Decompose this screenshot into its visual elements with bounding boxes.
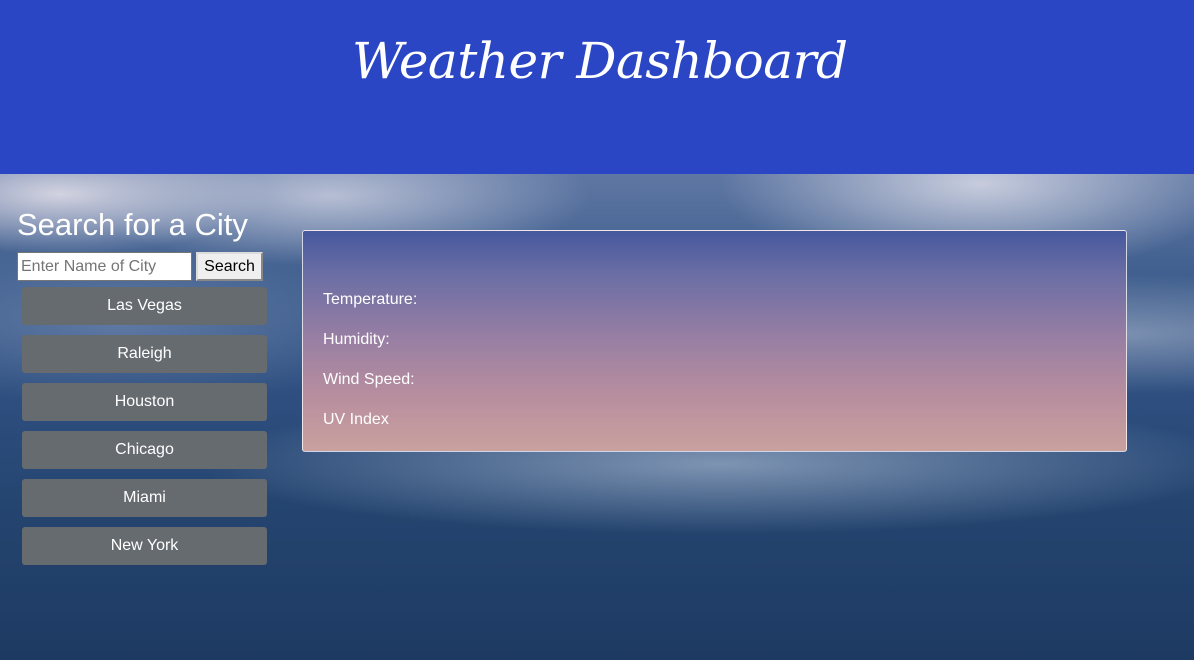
wind-speed-row: Wind Speed: [323, 371, 415, 389]
page-title: Weather Dashboard [352, 32, 848, 90]
search-button[interactable]: Search [196, 252, 263, 281]
city-search-input[interactable] [17, 252, 192, 281]
uv-index-label: UV Index [323, 411, 389, 428]
city-button-houston[interactable]: Houston [22, 383, 267, 421]
humidity-row: Humidity: [323, 331, 390, 349]
city-button-chicago[interactable]: Chicago [22, 431, 267, 469]
city-button-raleigh[interactable]: Raleigh [22, 335, 267, 373]
current-weather-card: Temperature: Humidity: Wind Speed: UV In… [302, 230, 1127, 452]
wind-speed-label: Wind Speed: [323, 371, 415, 388]
city-button-new-york[interactable]: New York [22, 527, 267, 565]
uv-index-row: UV Index [323, 411, 389, 429]
city-button-las-vegas[interactable]: Las Vegas [22, 287, 267, 325]
temperature-row: Temperature: [323, 291, 417, 309]
page-header: Weather Dashboard [0, 0, 1194, 174]
search-heading: Search for a City [17, 207, 248, 242]
city-history-list: Las Vegas Raleigh Houston Chicago Miami … [22, 287, 267, 575]
temperature-label: Temperature: [323, 291, 418, 308]
humidity-label: Humidity: [323, 331, 390, 348]
city-button-miami[interactable]: Miami [22, 479, 267, 517]
